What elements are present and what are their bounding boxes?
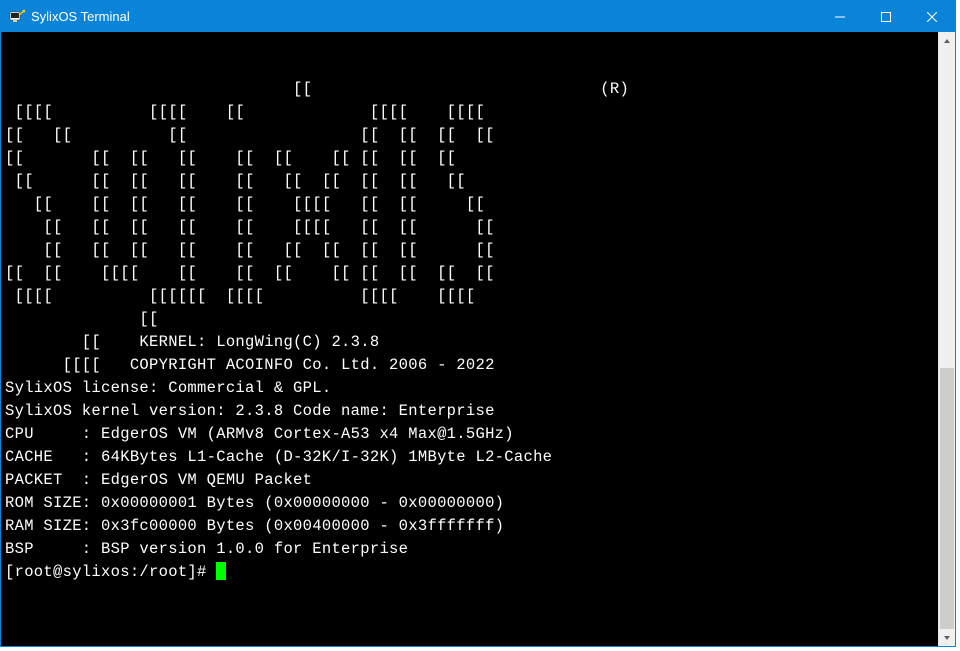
cursor-block xyxy=(216,562,226,580)
vertical-scrollbar[interactable] xyxy=(938,32,955,646)
app-icon xyxy=(9,9,25,25)
scrollbar-track[interactable] xyxy=(939,49,955,629)
terminal[interactable]: [[ (R) [[[[ [[[[ [[ [[[[ [[[[ [[ [[ [[ [… xyxy=(1,32,938,646)
license-line: SylixOS license: Commercial & GPL. Sylix… xyxy=(5,377,934,423)
window-controls xyxy=(817,1,955,32)
scrollbar-thumb[interactable] xyxy=(940,368,954,629)
scroll-down-arrow-icon[interactable] xyxy=(939,629,955,646)
shell-prompt: [root@sylixos:/root]# xyxy=(5,563,216,581)
window-title: SylixOS Terminal xyxy=(31,9,817,24)
maximize-button[interactable] xyxy=(863,1,909,32)
close-button[interactable] xyxy=(909,1,955,32)
system-info: CPU : EdgerOS VM (ARMv8 Cortex-A53 x4 Ma… xyxy=(5,423,934,561)
scroll-up-arrow-icon[interactable] xyxy=(939,32,955,49)
minimize-button[interactable] xyxy=(817,1,863,32)
client-area: [[ (R) [[[[ [[[[ [[ [[[[ [[[[ [[ [[ [[ [… xyxy=(1,32,955,646)
titlebar[interactable]: SylixOS Terminal xyxy=(1,1,955,32)
app-window: SylixOS Terminal [[ (R) [[[[ [[[[ [ xyxy=(0,0,956,647)
shell-prompt-line[interactable]: [root@sylixos:/root]# xyxy=(5,561,934,584)
boot-ascii-art: [[ (R) [[[[ [[[[ [[ [[[[ [[[[ [[ [[ [[ [… xyxy=(5,32,934,377)
